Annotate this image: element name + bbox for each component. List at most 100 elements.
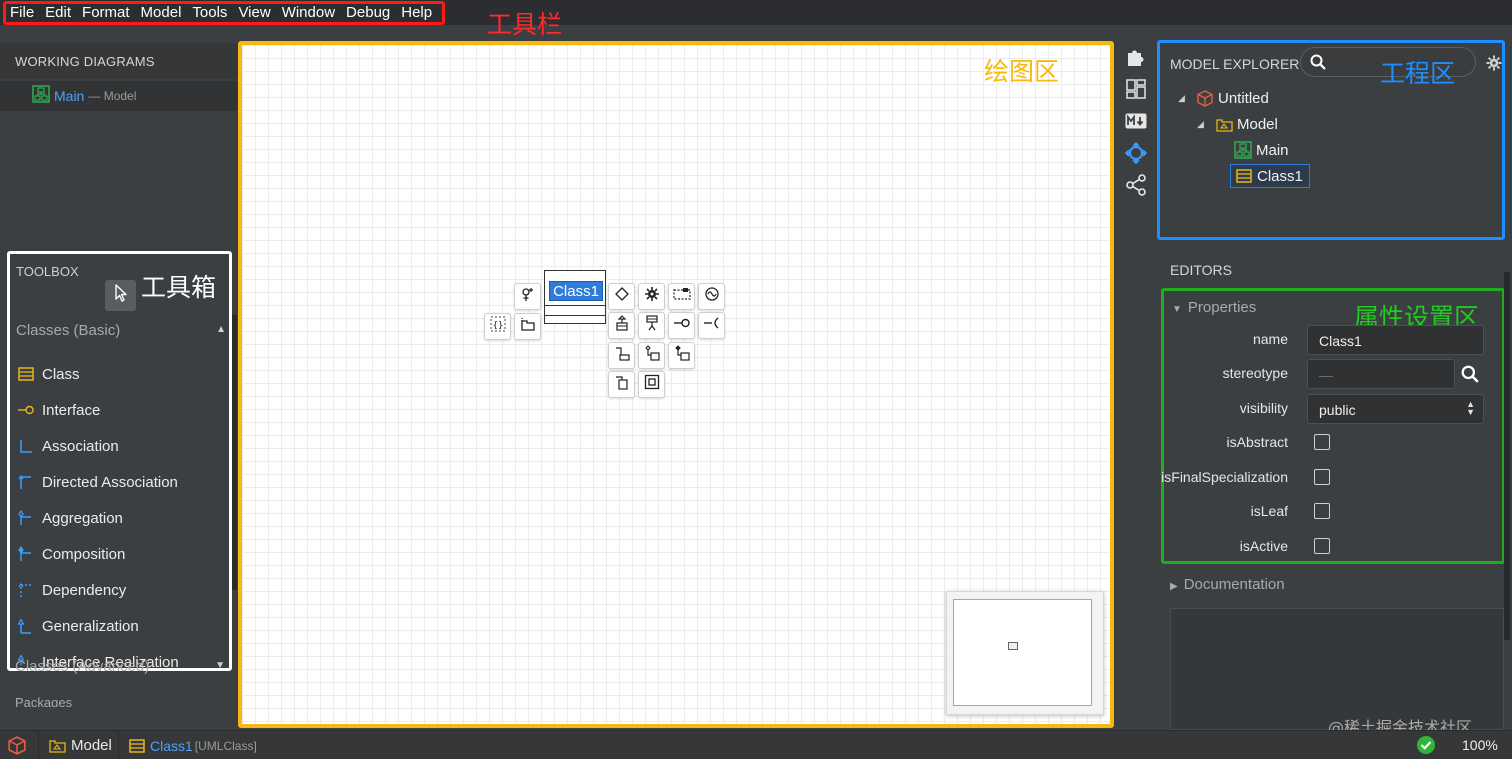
prop-stereotype-input[interactable]: — (1307, 359, 1455, 389)
properties-section-header[interactable]: ▼ Properties (1172, 299, 1256, 316)
model-explorer-title: MODEL EXPLORER (1170, 56, 1300, 72)
navigator-button[interactable] (1124, 141, 1148, 167)
menu-view[interactable]: View (234, 4, 277, 22)
class-icon (1235, 167, 1253, 185)
tool-label: Aggregation (42, 509, 123, 527)
properties-panel: ▼ Properties 属性设置区 name Class1 stereotype… (1161, 288, 1505, 564)
menu-debug[interactable]: Debug (342, 4, 397, 22)
isleaf-checkbox[interactable] (1314, 503, 1330, 519)
add-port-button[interactable] (608, 371, 635, 398)
menu-model[interactable]: Model (137, 4, 189, 22)
constraint-icon: {} (490, 316, 506, 337)
tool-class[interactable]: Class (10, 356, 229, 392)
add-attribute-button[interactable] (608, 283, 635, 310)
associated-class-icon (614, 345, 630, 366)
tree-item-label: Model (1237, 115, 1278, 133)
status-model-label: Model (71, 737, 112, 754)
toolbox-section-packages[interactable]: Packages (15, 695, 225, 707)
status-class-label: Class1 (150, 737, 193, 754)
documentation-textarea[interactable] (1170, 608, 1504, 730)
uml-class-shape[interactable]: Class1 (544, 270, 606, 324)
directed-association-icon (17, 473, 35, 491)
toolbox-section-advanced[interactable]: Classes (Advanced) ▼ (15, 658, 225, 675)
documentation-section-header[interactable]: ▶ Documentation (1170, 576, 1285, 593)
add-provided-interface-button[interactable] (668, 312, 695, 339)
select-tool-button[interactable] (105, 280, 136, 311)
uml-class-name[interactable]: Class1 (549, 281, 603, 301)
expanded-caret-icon: ▼ (1172, 304, 1182, 315)
add-operation-button[interactable] (638, 283, 665, 310)
status-model-breadcrumb[interactable]: Model (38, 731, 112, 759)
documentation-section-label: Documentation (1183, 576, 1285, 593)
svg-text:{}: {} (492, 321, 503, 331)
tree-item-class[interactable]: Class1 (1230, 164, 1310, 188)
tree-expanded-icon: ◢ (1178, 92, 1185, 103)
menu-window[interactable]: Window (278, 4, 342, 22)
status-class-breadcrumb[interactable]: Class1 [UMLClass] (118, 731, 257, 759)
tool-dependency[interactable]: Dependency (10, 572, 229, 608)
prop-name-input[interactable]: Class1 (1307, 325, 1484, 355)
working-diagram-main[interactable]: Main — Model (0, 81, 238, 111)
add-template-parameter-button[interactable] (514, 283, 541, 310)
model-explorer: MODEL EXPLORER 工程区 ◢ Untitled ◢ Model Ma… (1157, 40, 1505, 240)
composition-icon (17, 545, 35, 563)
app-window: File Edit Format Model Tools View Window… (0, 0, 1512, 759)
add-sub-class-button[interactable] (638, 312, 665, 339)
diagram-canvas[interactable]: 绘图区 Class1 {} (238, 41, 1114, 728)
prop-label-stereotype: stereotype (1222, 365, 1288, 381)
stereotype-search-button[interactable] (1461, 365, 1479, 388)
tool-generalization[interactable]: Generalization (10, 608, 229, 644)
isfinalspecialization-checkbox[interactable] (1314, 469, 1330, 485)
tree-item-diagram[interactable]: Main (1234, 138, 1289, 162)
add-behavior-button[interactable] (698, 283, 725, 310)
add-containment-button[interactable] (514, 313, 541, 340)
validation-ok-icon[interactable] (1416, 735, 1436, 759)
isabstract-checkbox[interactable] (1314, 434, 1330, 450)
diagram-minimap[interactable] (946, 591, 1104, 715)
tool-composition[interactable]: Composition (10, 536, 229, 572)
tool-aggregation[interactable]: Aggregation (10, 500, 229, 536)
add-super-class-button[interactable] (608, 312, 635, 339)
tree-item-label: Untitled (1218, 89, 1269, 107)
add-aggregated-class-button[interactable] (638, 342, 665, 369)
toolbox-section-basic[interactable]: Classes (Basic) ▲ (16, 322, 226, 339)
editors-scrollbar[interactable] (1504, 272, 1510, 640)
toolbox-title: TOOLBOX (16, 264, 79, 279)
menu-format[interactable]: Format (78, 4, 137, 22)
markdown-button[interactable] (1124, 111, 1148, 135)
add-required-interface-button[interactable] (698, 312, 725, 339)
add-part-button[interactable] (638, 371, 665, 398)
isactive-checkbox[interactable] (1314, 538, 1330, 554)
tool-interface[interactable]: Interface (10, 392, 229, 428)
provided-interface-icon (673, 316, 691, 335)
project-cube-icon[interactable] (8, 736, 26, 759)
toolbox-annotation: 工具箱 (141, 273, 217, 302)
layout-button[interactable] (1124, 78, 1148, 103)
menu-edit[interactable]: Edit (41, 4, 78, 22)
tree-item-model[interactable]: ◢ Model (1197, 112, 1278, 136)
prop-label-isfinalspecialization: isFinalSpecialization (1161, 469, 1288, 485)
menu-help[interactable]: Help (397, 4, 439, 22)
share-button[interactable] (1124, 173, 1148, 199)
toolbar-annotation: 工具栏 (487, 10, 563, 39)
toolbox-scrollbar[interactable] (232, 315, 237, 590)
add-composited-class-button[interactable] (668, 342, 695, 369)
tree-item-project[interactable]: ◢ Untitled (1178, 86, 1269, 110)
visibility-value: public (1319, 402, 1356, 418)
explorer-settings-button[interactable] (1486, 55, 1502, 76)
minimap-viewport[interactable] (953, 599, 1092, 706)
tool-association[interactable]: Association (10, 428, 229, 464)
select-arrows-icon: ▲ ▼ (1466, 399, 1475, 417)
zoom-level[interactable]: 100% (1462, 737, 1498, 753)
model-icon (49, 738, 66, 753)
model-icon (1215, 115, 1233, 133)
search-icon (1461, 365, 1479, 387)
menu-file[interactable]: File (6, 4, 41, 22)
add-associated-class-button[interactable] (608, 342, 635, 369)
add-constraint-button[interactable]: {} (484, 313, 511, 340)
add-reception-button[interactable] (668, 283, 695, 310)
extensions-button[interactable] (1124, 47, 1148, 71)
menu-tools[interactable]: Tools (188, 4, 234, 22)
tool-directed-association[interactable]: Directed Association (10, 464, 229, 500)
prop-visibility-select[interactable]: public ▲ ▼ (1307, 394, 1484, 424)
